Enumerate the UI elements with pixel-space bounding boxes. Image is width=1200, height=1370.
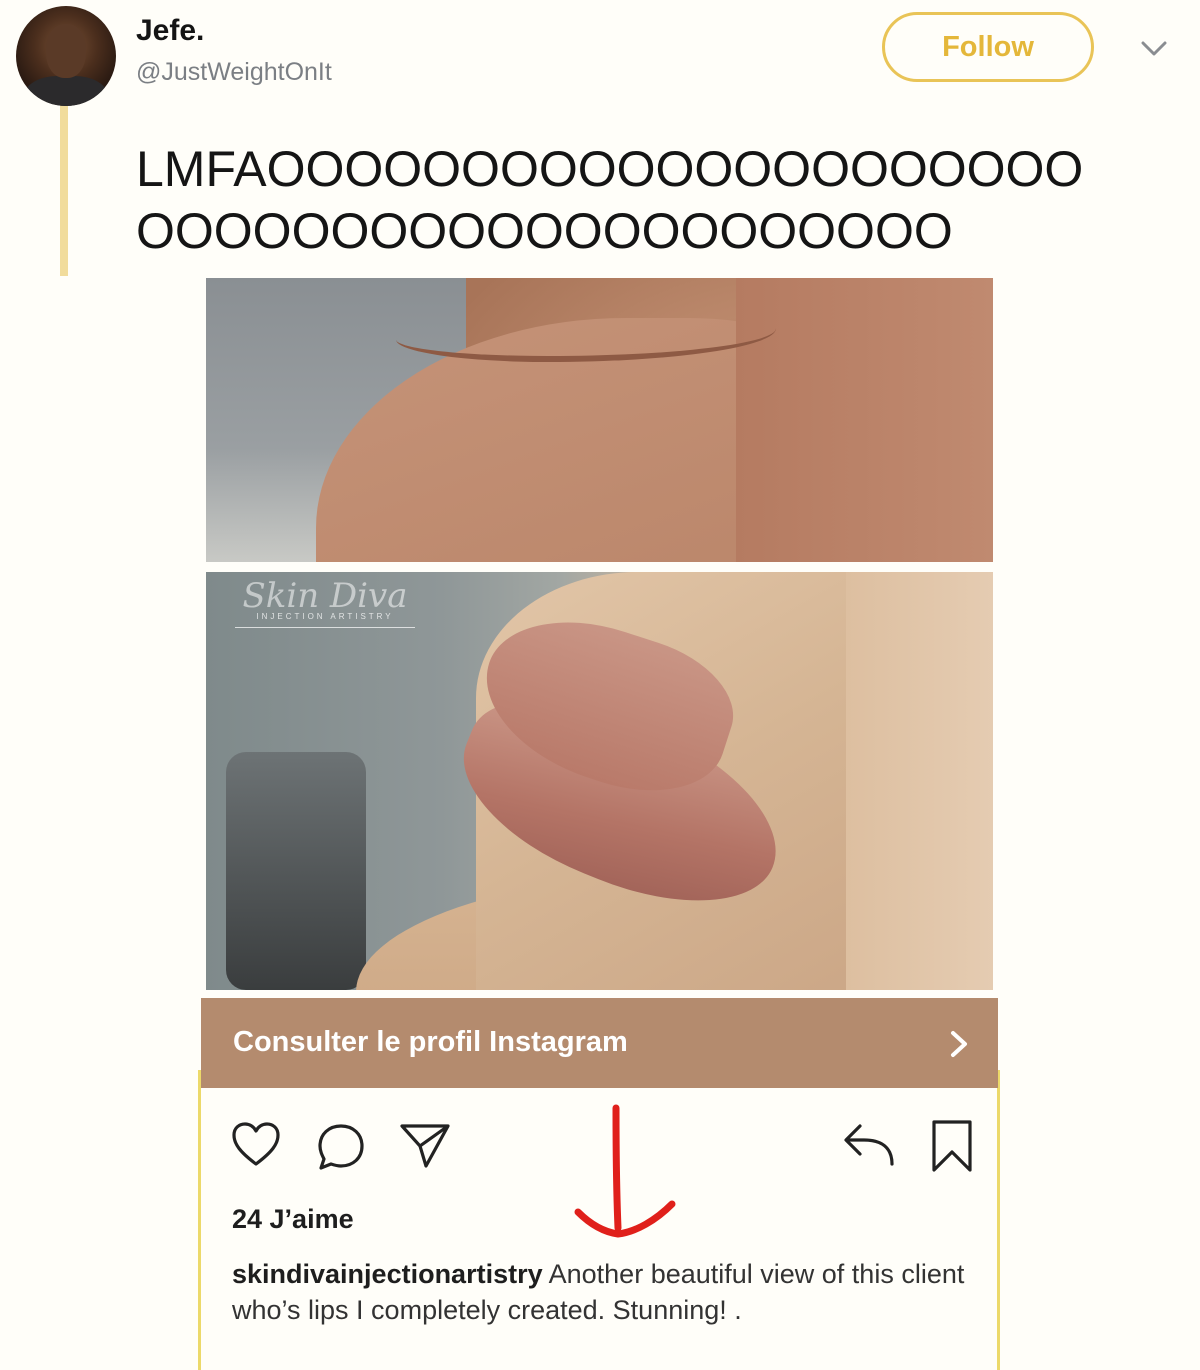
reply-icon[interactable] xyxy=(838,1118,896,1170)
photo-background xyxy=(226,752,366,990)
tweet-text-line-2: OOOOOOOOOOOOOOOOOOOOO xyxy=(136,203,953,259)
chevron-right-icon xyxy=(951,1031,967,1057)
heart-icon[interactable] xyxy=(230,1120,282,1170)
watermark: Skin Diva INJECTION ARTISTRY xyxy=(230,576,420,628)
follow-button[interactable]: Follow xyxy=(882,12,1094,82)
before-photo[interactable] xyxy=(206,278,993,562)
bookmark-icon[interactable] xyxy=(928,1118,976,1174)
share-icon[interactable] xyxy=(398,1120,452,1170)
thread-line xyxy=(60,104,68,276)
cheek xyxy=(846,572,993,990)
after-photo[interactable]: Skin Diva INJECTION ARTISTRY xyxy=(206,572,993,990)
user-handle[interactable]: @JustWeightOnIt xyxy=(136,58,332,87)
like-count: 24 J’aime xyxy=(232,1204,354,1234)
instagram-profile-link-label: Consulter le profil Instagram xyxy=(233,1026,628,1058)
watermark-rule xyxy=(235,627,415,628)
tweet-text-line-1: LMFAOOOOOOOOOOOOOOOOOOOOO xyxy=(136,141,1084,197)
tweet-text: LMFAOOOOOOOOOOOOOOOOOOOOO OOOOOOOOOOOOOO… xyxy=(136,138,1186,262)
chevron-down-icon[interactable] xyxy=(1138,36,1170,60)
avatar[interactable] xyxy=(16,6,116,106)
comment-icon[interactable] xyxy=(316,1122,366,1172)
instagram-profile-link[interactable]: Consulter le profil Instagram xyxy=(201,998,998,1088)
caption-username[interactable]: skindivainjectionartistry xyxy=(232,1259,543,1289)
avatar-face xyxy=(46,24,86,78)
post-caption: skindivainjectionartistry Another beauti… xyxy=(232,1256,972,1328)
red-arrow-annotation xyxy=(574,1104,676,1238)
avatar-shoulders xyxy=(24,76,108,106)
watermark-script: Skin Diva xyxy=(242,576,408,616)
display-name[interactable]: Jefe. xyxy=(136,14,204,48)
